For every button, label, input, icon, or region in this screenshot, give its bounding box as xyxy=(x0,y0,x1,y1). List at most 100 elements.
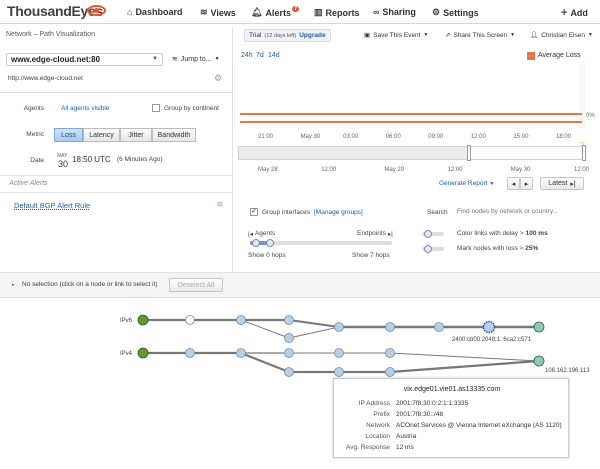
hop-node[interactable] xyxy=(284,348,294,358)
tooltip-value: 2001:7f8:30:0:2:1:1:3335 xyxy=(396,400,469,407)
bar-chart-icon: ▥ xyxy=(314,7,323,17)
nav-reports[interactable]: ▥ Reports xyxy=(314,7,360,18)
hop-node[interactable] xyxy=(334,367,344,377)
group-by-continent-checkbox[interactable] xyxy=(152,104,160,112)
hop-node[interactable] xyxy=(334,348,344,358)
hop-node[interactable] xyxy=(185,348,195,358)
save-event-button[interactable]: ▣ Save This Event ▼ xyxy=(364,31,429,40)
generate-report-button[interactable]: Generate Report ▼ xyxy=(439,180,494,187)
chevron-right-icon: ▸ xyxy=(524,180,529,188)
x-tick-label: 15:00 xyxy=(513,134,529,140)
overview-window[interactable] xyxy=(238,146,470,160)
agents-filter-link[interactable]: All agents visible xyxy=(61,105,109,112)
tooltip-value: 2001:7f8:30::/48 xyxy=(396,411,443,418)
range-24h[interactable]: 24h xyxy=(241,52,253,59)
jump-to-button[interactable]: ≋ Jump to... ▼ xyxy=(172,55,220,64)
metric-bandwidth-button[interactable]: Bandwidth xyxy=(152,128,196,142)
save-icon: ▣ xyxy=(364,32,371,39)
path-link[interactable] xyxy=(240,351,290,374)
x-tick-label: 09:00 xyxy=(428,134,444,140)
user-name: Christian Elsen xyxy=(541,31,585,39)
nav-reports-label: Reports xyxy=(325,7,360,18)
upgrade-link[interactable]: Upgrade xyxy=(299,32,325,39)
hop-node[interactable] xyxy=(236,315,246,325)
x-tick-label: 06:00 xyxy=(386,134,402,140)
hop-node[interactable] xyxy=(284,333,294,343)
chevron-down-icon: ▼ xyxy=(152,56,158,62)
gear-icon[interactable]: ⚙ xyxy=(214,73,222,84)
chevron-down-icon: ▼ xyxy=(214,56,220,62)
overview-tick-label: 12:00 xyxy=(321,167,337,173)
agent-node-ipv4[interactable] xyxy=(137,347,149,359)
previous-button[interactable]: ◂ xyxy=(507,177,520,190)
loss-timeline-chart[interactable]: 21:00 May 30 03:00 06:00 09:00 12:00 15:00 18:0… xyxy=(234,62,600,142)
path-link[interactable] xyxy=(240,319,290,339)
endpoints-end-label: Endpoints ▸| xyxy=(357,230,393,238)
path-link[interactable] xyxy=(389,352,540,362)
agents-end-icon: |◂ xyxy=(248,231,253,238)
mark-nodes-setting: Mark nodes with loss > 25% xyxy=(457,245,538,252)
hop-node[interactable] xyxy=(385,322,395,332)
delay-slider-handle[interactable] xyxy=(424,230,432,238)
endpoint-node-ipv6[interactable] xyxy=(533,321,545,333)
x-tick-label: 21:00 xyxy=(258,134,274,140)
ipv4-destination: 108.162.196.113 xyxy=(545,368,590,374)
nav-add[interactable]: + Add xyxy=(561,7,588,19)
generate-report-label: Generate Report xyxy=(439,180,488,187)
search-input[interactable] xyxy=(457,205,582,218)
tooltip-row: Prefix 2001:7f8:30::/48 xyxy=(334,411,570,421)
group-interfaces-label: Group interfaces xyxy=(262,209,311,216)
path-link[interactable] xyxy=(288,319,340,328)
nav-sharing[interactable]: ∞ Sharing xyxy=(373,7,416,17)
hops-slider-handle-right[interactable] xyxy=(266,239,274,247)
overview-selected-range[interactable] xyxy=(470,146,584,160)
agent-node-ipv6[interactable] xyxy=(137,314,149,326)
hop-node[interactable] xyxy=(434,322,444,332)
hops-slider-handle-left[interactable] xyxy=(252,239,260,247)
hop-node[interactable] xyxy=(385,367,395,377)
manage-groups-link[interactable]: [Manage groups] xyxy=(314,209,363,216)
nav-views[interactable]: ≋ Views xyxy=(200,7,236,18)
search-label: Search xyxy=(427,209,448,216)
hop-node[interactable] xyxy=(284,315,294,325)
next-button[interactable]: ▸ xyxy=(520,177,533,190)
path-link[interactable] xyxy=(389,359,540,374)
trial-days: (12 days left) xyxy=(264,32,297,39)
hop-node[interactable] xyxy=(236,348,246,358)
tooltip-row: Network ACOnet Services @ Vienna Interne… xyxy=(334,422,570,432)
path-link[interactable] xyxy=(288,326,340,339)
trial-notice: Trial (12 days left) Upgrade xyxy=(244,29,331,42)
metric-loss-button[interactable]: Loss xyxy=(54,128,83,142)
alert-rule-link[interactable]: Default BGP Alert Rule xyxy=(14,201,90,210)
hop-node[interactable] xyxy=(284,367,294,377)
nav-dashboard[interactable]: ⌂ Dashboard xyxy=(127,7,182,17)
divider xyxy=(0,92,232,93)
metric-jitter-button[interactable]: Jitter xyxy=(120,128,152,142)
expand-arrow-icon[interactable]: ▸ xyxy=(12,282,15,288)
nav-alerts[interactable]: 🔔︎ Alerts 7 xyxy=(251,5,300,18)
overview-tick-label: 12:00 xyxy=(448,167,464,173)
nav-settings[interactable]: ⚙ Settings xyxy=(432,7,479,18)
endpoint-node-ipv4[interactable] xyxy=(533,355,545,367)
hop-node[interactable] xyxy=(185,315,195,325)
deselect-all-button[interactable]: Deselect All xyxy=(169,278,223,292)
loss-slider-handle[interactable] xyxy=(424,245,432,253)
user-menu[interactable]: 👤︎ Christian Elsen ▼ xyxy=(530,31,593,40)
metric-latency-button[interactable]: Latency xyxy=(83,128,120,142)
latest-button[interactable]: Latest ▸| xyxy=(540,177,584,190)
range-handle-left[interactable] xyxy=(467,145,471,161)
range-14d[interactable]: 14d xyxy=(268,52,280,59)
tooltip-key: Prefix xyxy=(373,411,390,418)
overview-tick-label: May 29 xyxy=(384,167,404,173)
hop-node[interactable] xyxy=(334,322,344,332)
chevron-down-icon: ▼ xyxy=(423,32,429,38)
date-time[interactable]: 18:50 UTC xyxy=(72,155,111,164)
hop-node[interactable] xyxy=(385,348,395,358)
group-interfaces-checkbox[interactable]: ✓ xyxy=(250,208,258,216)
range-7d[interactable]: 7d xyxy=(256,52,264,59)
test-select[interactable]: www.edge-cloud.net:80 ▼ xyxy=(6,53,163,66)
layers-icon[interactable]: ≋ xyxy=(216,199,224,210)
share-screen-button[interactable]: ⇗ Share This Screen ▼ xyxy=(445,31,515,40)
overview-ticks: May 28 12:00 May 29 12:00 May 30 12:00 xyxy=(258,167,590,173)
selected-hop-node[interactable] xyxy=(482,320,496,334)
